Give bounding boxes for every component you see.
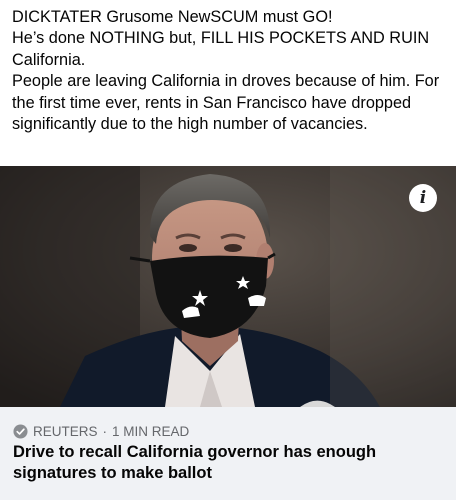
verified-check-icon <box>13 423 28 439</box>
post-text-line-2: He’s done NOTHING but, FILL HIS POCKETS … <box>12 29 430 69</box>
source-separator: · <box>102 423 108 439</box>
info-button[interactable]: i <box>409 184 437 212</box>
source-row: REUTERS · 1 MIN READ <box>13 423 189 439</box>
link-card[interactable]: REUTERS · 1 MIN READ Drive to recall Cal… <box>0 407 456 500</box>
info-icon: i <box>419 188 427 208</box>
post-text: DICKTATER Grusome NewSCUM must GO! He’s … <box>12 7 448 135</box>
post-text-line-3: People are leaving California in droves … <box>12 72 440 134</box>
photo-man-in-mask <box>0 166 456 407</box>
post-text-line-1: DICKTATER Grusome NewSCUM must GO! <box>12 8 333 26</box>
read-time: 1 MIN READ <box>112 423 190 439</box>
link-preview-image[interactable] <box>0 166 456 407</box>
article-headline[interactable]: Drive to recall California governor has … <box>13 442 433 484</box>
source-name: REUTERS <box>33 423 98 439</box>
